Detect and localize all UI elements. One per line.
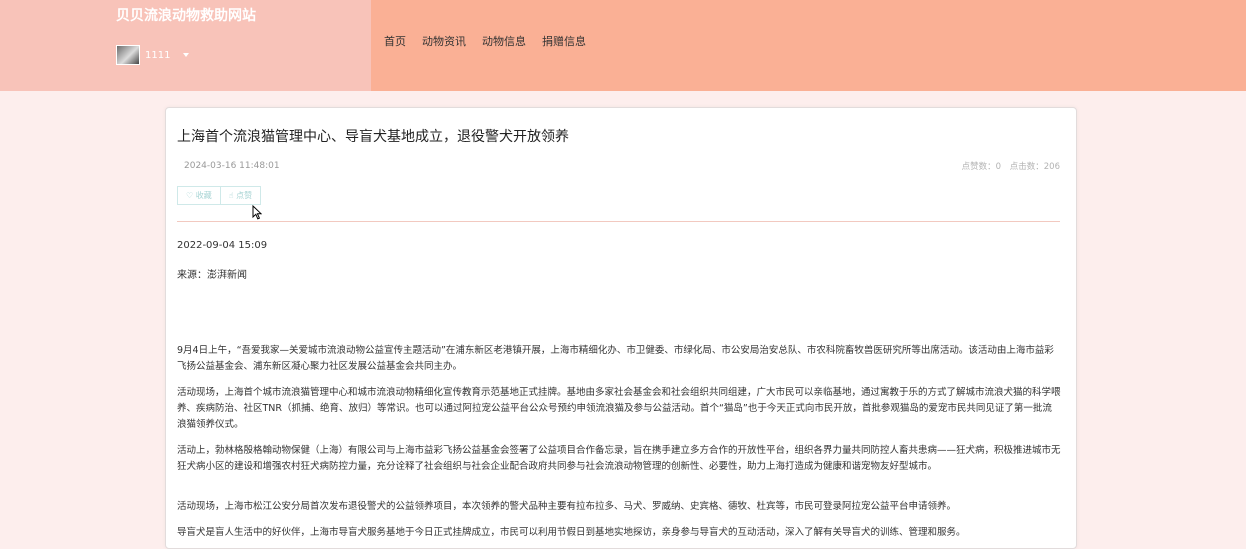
like-button[interactable]: ☝ 点赞 [220,186,262,205]
user-menu[interactable]: 1111 [116,45,190,65]
like-count: 点赞数：0 [961,162,1002,172]
article-paragraph: 活动现场，上海市松江公安分局首次发布退役警犬的公益领养项目，本次领养的警犬品种主… [177,501,957,512]
favorite-button[interactable]: ♡ 收藏 [177,186,221,205]
nav-area: 首页 动物资讯 动物信息 捐赠信息 [371,0,1246,91]
click-count: 点击数：206 [1009,162,1060,172]
article-card: 上海首个流浪猫管理中心、导盲犬基地成立，退役警犬开放领养 2024-03-16 … [165,107,1077,549]
article-paragraph: 活动现场，上海首个城市流浪猫管理中心和城市流浪动物精细化宣传教育示范基地正式挂牌… [177,387,1061,430]
avatar[interactable] [116,45,140,65]
article-title: 上海首个流浪猫管理中心、导盲犬基地成立，退役警犬开放领养 [177,129,569,145]
chevron-down-icon[interactable] [183,53,190,57]
article-paragraph: 导盲犬是盲人生活中的好伙伴，上海市导盲犬服务基地于今日正式挂牌成立，市民可以利用… [177,527,966,538]
nav-item-animal-info[interactable]: 动物信息 [482,33,526,49]
action-buttons: ♡ 收藏 ☝ 点赞 [177,186,262,205]
nav-item-home[interactable]: 首页 [384,33,406,49]
main-nav: 首页 动物资讯 动物信息 捐赠信息 [384,33,602,49]
divider [177,221,1060,222]
publish-date: 2024-03-16 11:48:01 [184,161,280,171]
username[interactable]: 1111 [145,50,170,61]
article-source: 来源：澎湃新闻 [177,270,247,281]
nav-item-donation-info[interactable]: 捐赠信息 [542,33,586,49]
article-paragraph: 9月4日上午，“吾爱我家—关爱城市流浪动物公益宣传主题活动”在浦东新区老港镇开展… [177,345,1054,372]
article-meta-date: 2022-09-04 15:09 [177,240,268,251]
header-brand-area: 贝贝流浪动物救助网站 1111 [0,0,371,91]
site-title[interactable]: 贝贝流浪动物救助网站 [116,5,256,25]
article-stats: 点赞数：0 点击数：206 [956,160,1060,172]
article-paragraph: 活动上，勃林格殷格翰动物保健（上海）有限公司与上海市益彩飞扬公益基金会签署了公益… [177,445,1061,472]
header: 贝贝流浪动物救助网站 1111 首页 动物资讯 动物信息 捐赠信息 [0,0,1246,91]
mouse-cursor-icon [252,205,262,220]
nav-item-animal-news[interactable]: 动物资讯 [422,33,466,49]
